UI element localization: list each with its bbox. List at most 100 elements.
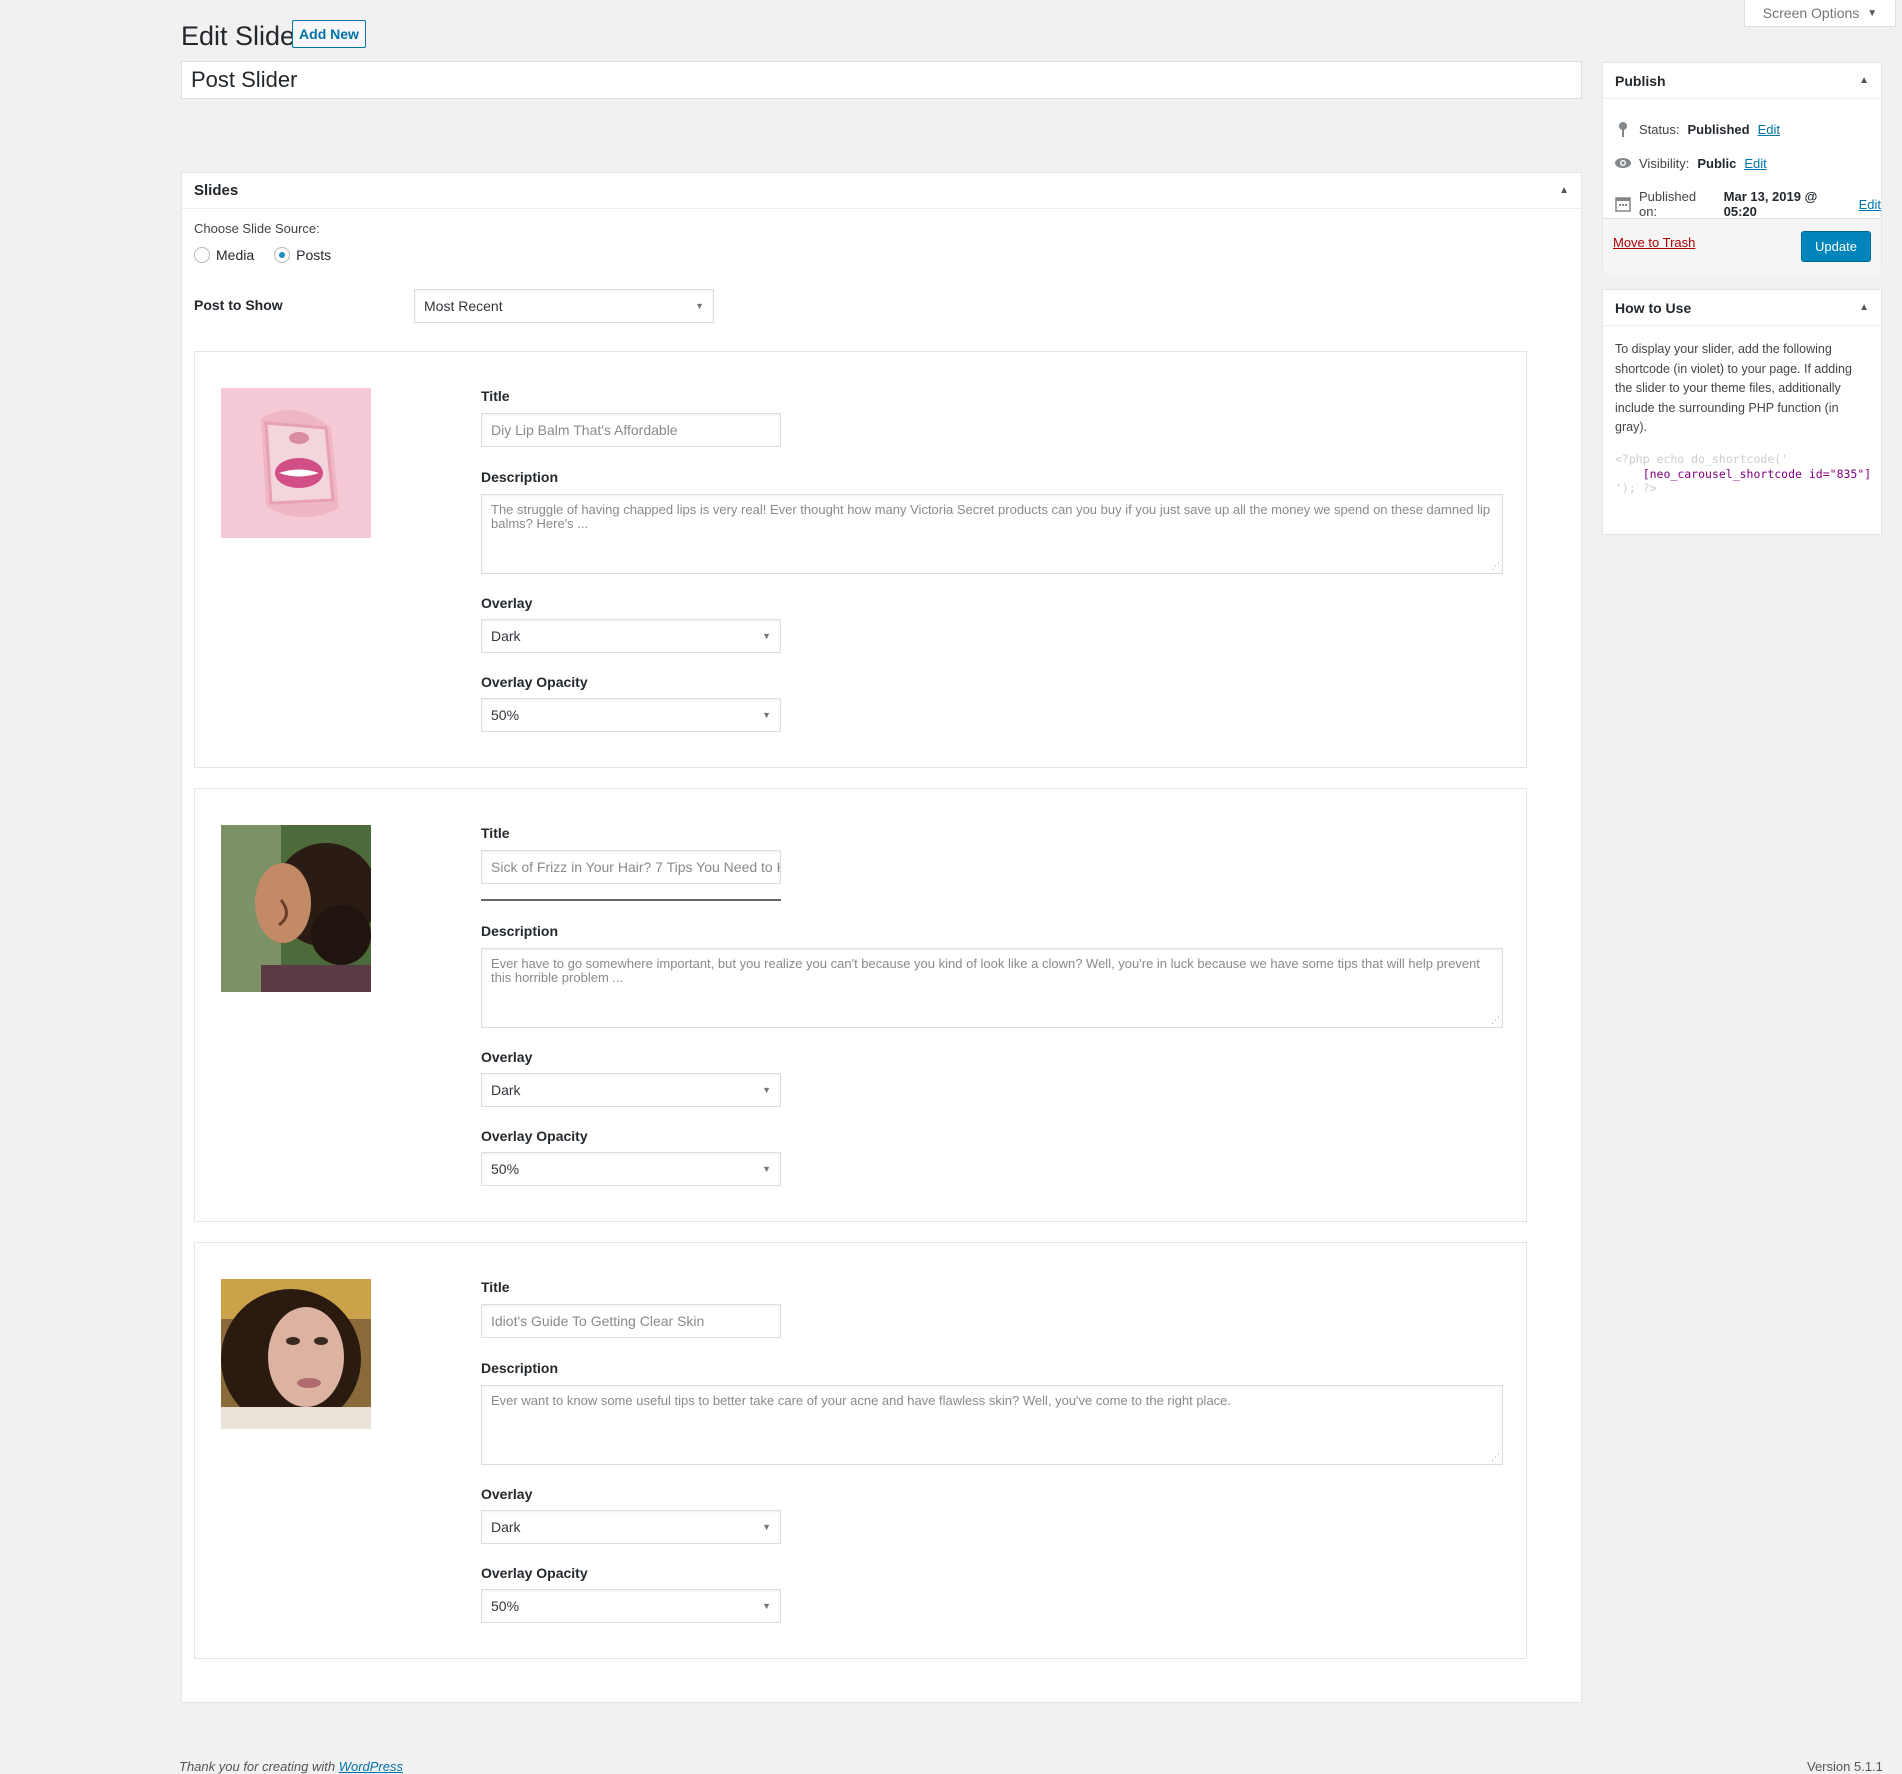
resize-handle-icon[interactable]: ⋰ [1491,1015,1500,1026]
shortcode-text: [neo_carousel_shortcode id="835"] [1642,466,1872,481]
post-title-input[interactable] [181,61,1582,99]
screen-options-button[interactable]: Screen Options ▼ [1744,0,1896,27]
description-label: Description [481,923,559,939]
description-label: Description [481,469,559,485]
published-date-row: Published on: Mar 13, 2019 @ 05:20 Edit [1615,189,1881,219]
pin-icon [1615,121,1631,137]
overlay-select[interactable]: Dark ▼ [481,1510,781,1544]
slide-thumbnail-skin [221,1279,371,1429]
overlay-opacity-value: 50% [491,707,520,723]
radio-media-circle[interactable] [194,247,210,263]
publish-box: Publish ▲ Status: Published Edit Visibil… [1602,62,1882,274]
status-row: Status: Published Edit [1615,121,1780,137]
collapse-arrow-icon[interactable]: ▲ [1859,75,1869,86]
overlay-label: Overlay [481,595,533,611]
how-to-use-box: How to Use ▲ To display your slider, add… [1602,289,1882,535]
page-title: Edit Slider [181,21,305,51]
radio-media-label: Media [216,247,255,263]
publish-box-header[interactable]: Publish ▲ [1603,63,1881,99]
slide-thumbnail-lips [221,388,371,538]
publish-actions: Move to Trash Update [1603,218,1881,274]
how-to-use-header[interactable]: How to Use ▲ [1603,290,1881,326]
title-label: Title [481,1279,510,1295]
source-radio-group: Media Posts [194,247,331,263]
overlay-label: Overlay [481,1049,533,1065]
overlay-opacity-select[interactable]: 50% ▼ [481,1152,781,1186]
eye-icon [1615,155,1631,171]
screen-options-label: Screen Options [1762,5,1860,21]
overlay-value: Dark [491,1519,521,1535]
choose-source-label: Choose Slide Source: [194,221,320,236]
resize-handle-icon[interactable]: ⋰ [1491,561,1500,572]
overlay-value: Dark [491,1082,521,1098]
overlay-opacity-value: 50% [491,1161,520,1177]
update-button[interactable]: Update [1801,231,1871,262]
radio-posts[interactable]: Posts [274,247,331,263]
chevron-down-icon: ▼ [762,1522,771,1532]
overlay-opacity-label: Overlay Opacity [481,1565,588,1581]
shortcode-snippet: <?php echo do_shortcode(' [neo_carousel_… [1615,452,1871,496]
chevron-down-icon: ▼ [762,1085,771,1095]
slide-title-input[interactable]: Diy Lip Balm That's Affordable [481,413,781,447]
slide-description-textarea[interactable]: Ever want to know some useful tips to be… [481,1385,1503,1465]
code-suffix: '); ?> [1615,481,1657,495]
resize-handle-icon[interactable]: ⋰ [1491,1452,1500,1463]
code-prefix: <?php echo do_shortcode(' [1615,452,1789,466]
published-edit-link[interactable]: Edit [1859,197,1881,212]
how-to-use-title: How to Use [1615,299,1692,316]
slide-title-input[interactable]: Sick of Frizz in Your Hair? 7 Tips You N… [481,850,781,884]
overlay-label: Overlay [481,1486,533,1502]
status-edit-link[interactable]: Edit [1758,122,1780,137]
slide-thumbnail-hair [221,825,371,992]
slide-description-text: Ever want to know some useful tips to be… [491,1393,1232,1408]
caret-down-icon: ▼ [1867,7,1878,19]
slide-description-textarea[interactable]: Ever have to go somewhere important, but… [481,948,1503,1028]
overlay-value: Dark [491,628,521,644]
chevron-down-icon: ▼ [762,710,771,720]
published-label: Published on: [1639,189,1697,219]
overlay-select[interactable]: Dark ▼ [481,1073,781,1107]
radio-media[interactable]: Media [194,247,254,263]
radio-posts-label: Posts [296,247,332,263]
chevron-down-icon: ▼ [762,1164,771,1174]
overlay-select[interactable]: Dark ▼ [481,619,781,653]
scroll-indicator [481,899,781,901]
title-label: Title [481,388,510,404]
slides-box-header[interactable]: Slides ▲ [182,173,1581,209]
slide-description-text: Ever have to go somewhere important, but… [491,956,1480,986]
chevron-down-icon: ▼ [762,1601,771,1611]
visibility-row: Visibility: Public Edit [1615,155,1767,171]
published-value: Mar 13, 2019 @ 05:20 [1723,189,1818,219]
status-value: Published [1687,121,1750,137]
visibility-value: Public [1697,155,1737,171]
overlay-opacity-select[interactable]: 50% ▼ [481,1589,781,1623]
footer-credit: Thank you for creating with WordPress [179,1759,403,1774]
radio-posts-circle[interactable] [274,247,291,263]
collapse-arrow-icon[interactable]: ▲ [1859,302,1869,313]
overlay-opacity-label: Overlay Opacity [481,1128,588,1144]
how-to-use-text: To display your slider, add the followin… [1615,342,1852,434]
collapse-arrow-icon[interactable]: ▲ [1559,185,1569,196]
slide-card: Title Idiot's Guide To Getting Clear Ski… [194,1242,1527,1659]
move-to-trash-link[interactable]: Move to Trash [1613,235,1695,250]
title-label: Title [481,825,510,841]
overlay-opacity-label: Overlay Opacity [481,674,588,690]
visibility-edit-link[interactable]: Edit [1744,156,1766,171]
footer-version: Version 5.1.1 [1807,1759,1883,1774]
slide-description-textarea[interactable]: The struggle of having chapped lips is v… [481,494,1503,574]
slide-card: Title Sick of Frizz in Your Hair? 7 Tips… [194,788,1527,1222]
chevron-down-icon: ▼ [762,631,771,641]
overlay-opacity-select[interactable]: 50% ▼ [481,698,781,732]
slide-card: Title Diy Lip Balm That's Affordable Des… [194,351,1527,768]
visibility-label: Visibility: [1639,155,1690,171]
publish-box-title: Publish [1615,72,1666,89]
description-label: Description [481,1360,559,1376]
post-to-show-select[interactable]: Most Recent ▼ [414,289,714,323]
slides-box: Slides ▲ Choose Slide Source: Media Post… [181,172,1582,1703]
slide-title-input[interactable]: Idiot's Guide To Getting Clear Skin [481,1304,781,1338]
post-to-show-label: Post to Show [194,297,283,313]
wordpress-link[interactable]: WordPress [339,1759,403,1774]
add-new-button[interactable]: Add New [292,20,366,48]
status-label: Status: [1639,121,1680,137]
slides-box-title: Slides [194,182,239,199]
